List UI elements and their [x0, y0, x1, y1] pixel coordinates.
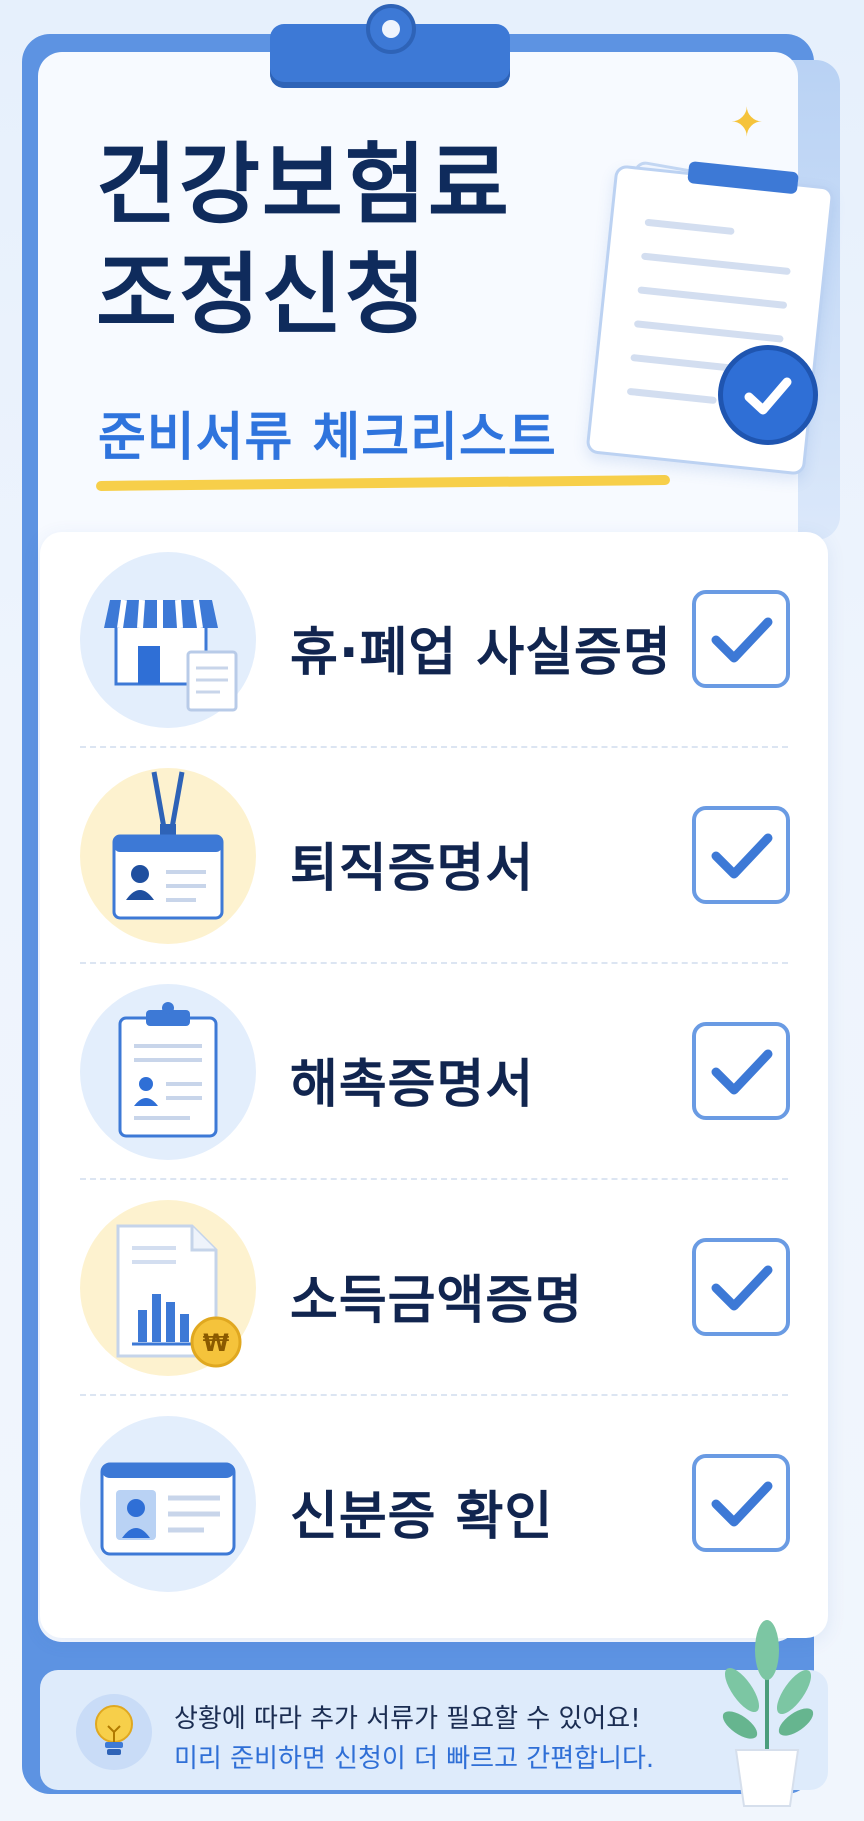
checkbox[interactable] — [692, 1022, 790, 1120]
tip-line-2: 미리 준비하면 신청이 더 빠르고 간편합니다. — [174, 1744, 655, 1774]
checkbox[interactable] — [692, 590, 790, 688]
checklist-item[interactable]: 퇴직증명서 — [40, 748, 828, 964]
checklist-item-label: 신분증 확인 — [290, 1487, 554, 1547]
checkbox[interactable] — [692, 806, 790, 904]
checkbox[interactable] — [692, 1238, 790, 1336]
page-subtitle: 준비서류 체크리스트 — [98, 408, 557, 468]
checkbox[interactable] — [692, 1454, 790, 1552]
checklist-item-label: 퇴직증명서 — [290, 839, 535, 899]
page-title: 건강보험료 조정신청 — [96, 130, 511, 350]
checklist-item[interactable]: 휴·폐업 사실증명 — [40, 532, 828, 748]
checklist-item-label: 해촉증명서 — [290, 1055, 535, 1115]
checklist-item-label: 휴·폐업 사실증명 — [290, 623, 672, 683]
checklist-card: 휴·폐업 사실증명 퇴직증명서 해촉증명서 ₩ 소득금액증명 신분증 확인 — [40, 532, 828, 1638]
plant-icon — [712, 1610, 822, 1810]
clip-ring-icon — [366, 4, 416, 54]
tip-box: 상황에 따라 추가 서류가 필요할 수 있어요! 미리 준비하면 신청이 더 빠… — [40, 1670, 828, 1790]
checklist-item[interactable]: 신분증 확인 — [40, 1396, 828, 1612]
checklist-item-label: 소득금액증명 — [290, 1271, 584, 1331]
income-chart-icon: ₩ — [80, 1200, 256, 1376]
store-icon — [80, 552, 256, 728]
checklist-item[interactable]: 해촉증명서 — [40, 964, 828, 1180]
checklist-item[interactable]: ₩ 소득금액증명 — [40, 1180, 828, 1396]
clipboard-icon — [80, 984, 256, 1160]
svg-text:₩: ₩ — [203, 1329, 230, 1357]
tip-line-1: 상황에 따라 추가 서류가 필요할 수 있어요! — [174, 1704, 641, 1734]
lightbulb-icon — [74, 1692, 154, 1772]
title-line-1: 건강보험료 — [96, 133, 511, 236]
check-circle-icon — [718, 345, 818, 445]
id-card-icon — [80, 1416, 256, 1592]
sparkle-icon: ✦ — [730, 100, 764, 146]
id-badge-icon — [80, 768, 256, 944]
title-line-2: 조정신청 — [96, 243, 428, 346]
